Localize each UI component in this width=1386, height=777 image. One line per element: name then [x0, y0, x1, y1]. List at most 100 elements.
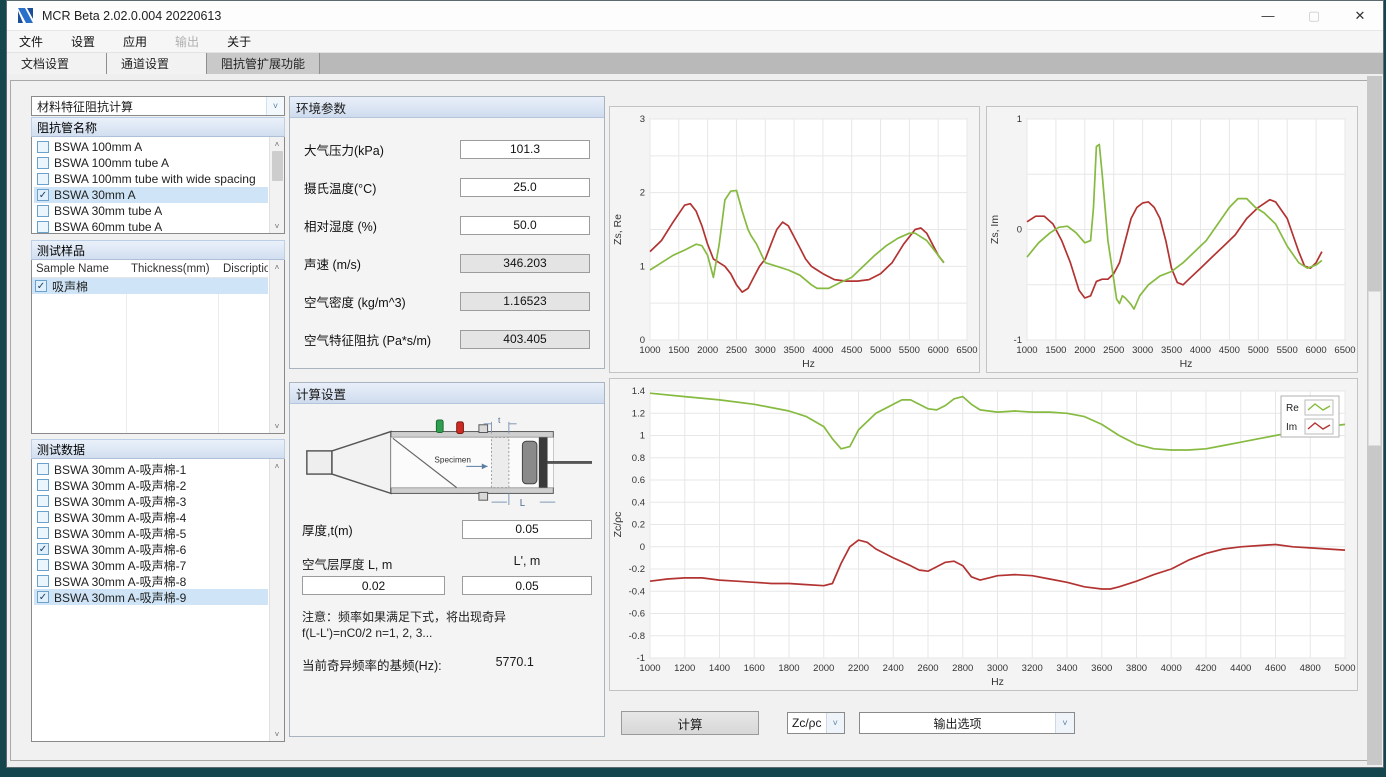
close-button[interactable]: ✕ [1337, 1, 1383, 30]
list-item[interactable]: ✓ BSWA 30mm A-吸声棉-6 [34, 541, 268, 557]
checkbox[interactable]: ✓ [37, 591, 49, 603]
checkbox[interactable] [37, 495, 49, 507]
svg-text:Hz: Hz [991, 676, 1004, 688]
checkbox[interactable] [37, 205, 49, 217]
col-sample-name[interactable]: Sample Name [32, 263, 127, 275]
quantity-select-value: Zc/ρc [788, 716, 826, 730]
scroll-up-icon[interactable]: ˄ [270, 260, 284, 274]
checkbox[interactable] [37, 141, 49, 153]
list-item-label: BSWA 30mm A-吸声棉-6 [54, 541, 186, 558]
air-density-field [460, 292, 590, 311]
scroll-down-icon[interactable]: ˅ [270, 219, 284, 233]
checkbox[interactable]: ✓ [35, 280, 47, 292]
humidity-field[interactable] [460, 216, 590, 235]
col-thickness[interactable]: Thickness(mm) [127, 263, 219, 275]
svg-text:6000: 6000 [928, 345, 949, 356]
temperature-label: 摄氏温度(°C) [304, 178, 460, 197]
list-item[interactable]: ✓ BSWA 30mm A [34, 187, 268, 203]
menu-apply[interactable]: 应用 [123, 31, 161, 52]
air-impedance-field [460, 330, 590, 349]
list-item-label: BSWA 30mm A [54, 188, 136, 202]
thickness-field[interactable] [462, 520, 592, 539]
scroll-down-icon[interactable]: ˅ [270, 419, 284, 433]
main-scrollbar[interactable] [1367, 76, 1382, 765]
temperature-field[interactable] [460, 178, 590, 197]
list-item[interactable]: BSWA 30mm A-吸声棉-7 [34, 557, 268, 573]
checkbox[interactable] [37, 221, 49, 233]
list-item[interactable]: BSWA 30mm A-吸声棉-4 [34, 509, 268, 525]
list-item[interactable]: BSWA 30mm A-吸声棉-1 [34, 461, 268, 477]
svg-text:6500: 6500 [1334, 345, 1355, 356]
base-freq-value: 5770.1 [496, 655, 534, 674]
list-item[interactable]: BSWA 100mm tube with wide spacing [34, 171, 268, 187]
quantity-select[interactable]: Zc/ρc ˅ [787, 712, 845, 734]
air-layer-field[interactable] [302, 576, 445, 595]
checkbox[interactable]: ✓ [37, 543, 49, 555]
list-item-label: BSWA 30mm tube A [54, 204, 162, 218]
scroll-up-icon[interactable]: ˄ [270, 137, 284, 151]
list-item-label: 吸声棉 [52, 278, 88, 295]
pressure-field[interactable] [460, 140, 590, 159]
list-item[interactable]: BSWA 100mm tube A [34, 155, 268, 171]
minimize-button[interactable]: — [1245, 1, 1291, 30]
checkbox[interactable] [37, 463, 49, 475]
tab-impedance-tube-extension[interactable]: 阻抗管扩展功能 [207, 53, 320, 74]
svg-text:4600: 4600 [1265, 663, 1286, 674]
menu-about[interactable]: 关于 [227, 31, 265, 52]
svg-text:-1: -1 [1014, 335, 1022, 346]
list-item[interactable]: BSWA 100mm A [34, 139, 268, 155]
output-options-select[interactable]: 输出选项 ˅ [859, 712, 1075, 734]
list-item[interactable]: BSWA 30mm A-吸声棉-8 [34, 573, 268, 589]
svg-text:2500: 2500 [1103, 345, 1124, 356]
svg-text:0: 0 [640, 335, 645, 346]
list-item[interactable]: BSWA 30mm tube A [34, 203, 268, 219]
list-item[interactable]: ✓ 吸声棉 [32, 278, 268, 294]
checkbox[interactable] [37, 479, 49, 491]
list-item-label: BSWA 30mm A-吸声棉-4 [54, 509, 186, 526]
middle-column: 环境参数 大气压力(kPa) 摄氏温度(°C) 相对湿度 (%) 声速 (m/s… [289, 96, 605, 737]
col-description[interactable]: Discription [219, 263, 268, 275]
list-item[interactable]: BSWA 30mm A-吸声棉-2 [34, 477, 268, 493]
list-item-label: BSWA 30mm A-吸声棉-9 [54, 589, 186, 606]
sample-section-header: 测试样品 [31, 240, 285, 260]
calc-mode-select[interactable]: 材料特征阻抗计算 ˅ [31, 96, 285, 116]
maximize-button[interactable]: ▢ [1291, 1, 1337, 30]
scroll-down-icon[interactable]: ˅ [270, 727, 284, 741]
list-item[interactable]: BSWA 60mm tube A [34, 219, 268, 234]
chevron-down-icon[interactable]: ˅ [1055, 713, 1074, 733]
checkbox[interactable] [37, 173, 49, 185]
checkbox[interactable] [37, 527, 49, 539]
tab-document-settings[interactable]: 文档设置 [7, 53, 107, 74]
svg-text:5000: 5000 [1334, 663, 1355, 674]
chart-zs-re: 1000150020002500300035004000450050005500… [609, 106, 980, 373]
data-list-scrollbar[interactable]: ˄ ˅ [269, 459, 284, 741]
window-title: MCR Beta 2.02.0.004 20220613 [42, 9, 221, 23]
svg-text:1000: 1000 [639, 663, 660, 674]
checkbox[interactable] [37, 157, 49, 169]
svg-text:3000: 3000 [1132, 345, 1153, 356]
svg-text:2600: 2600 [917, 663, 938, 674]
chart-zs-im: 1000150020002500300035004000450050005500… [986, 106, 1358, 373]
lprime-field[interactable] [462, 576, 592, 595]
calc-mode-value: 材料特征阻抗计算 [37, 98, 266, 115]
tab-channel-settings[interactable]: 通道设置 [107, 53, 207, 74]
list-item[interactable]: BSWA 30mm A-吸声棉-5 [34, 525, 268, 541]
checkbox[interactable] [37, 511, 49, 523]
tube-list-scrollbar[interactable]: ˄ ˅ [269, 137, 284, 233]
scroll-up-icon[interactable]: ˄ [270, 459, 284, 473]
svg-text:1600: 1600 [744, 663, 765, 674]
svg-text:1000: 1000 [639, 345, 660, 356]
calculate-button[interactable]: 计算 [621, 711, 759, 735]
chevron-down-icon[interactable]: ˅ [826, 713, 845, 733]
checkbox[interactable] [37, 559, 49, 571]
chart-zc-rhoc: 1000120014001600180020002200240026002800… [609, 378, 1358, 691]
menu-settings[interactable]: 设置 [71, 31, 109, 52]
list-item[interactable]: ✓ BSWA 30mm A-吸声棉-9 [34, 589, 268, 605]
chevron-down-icon[interactable]: ˅ [266, 97, 284, 115]
list-item[interactable]: BSWA 30mm A-吸声棉-3 [34, 493, 268, 509]
checkbox[interactable] [37, 575, 49, 587]
main-scrollbar-thumb[interactable] [1368, 291, 1381, 446]
checkbox[interactable]: ✓ [37, 189, 49, 201]
sample-table-scrollbar[interactable]: ˄ ˅ [269, 260, 284, 433]
menu-file[interactable]: 文件 [19, 31, 57, 52]
